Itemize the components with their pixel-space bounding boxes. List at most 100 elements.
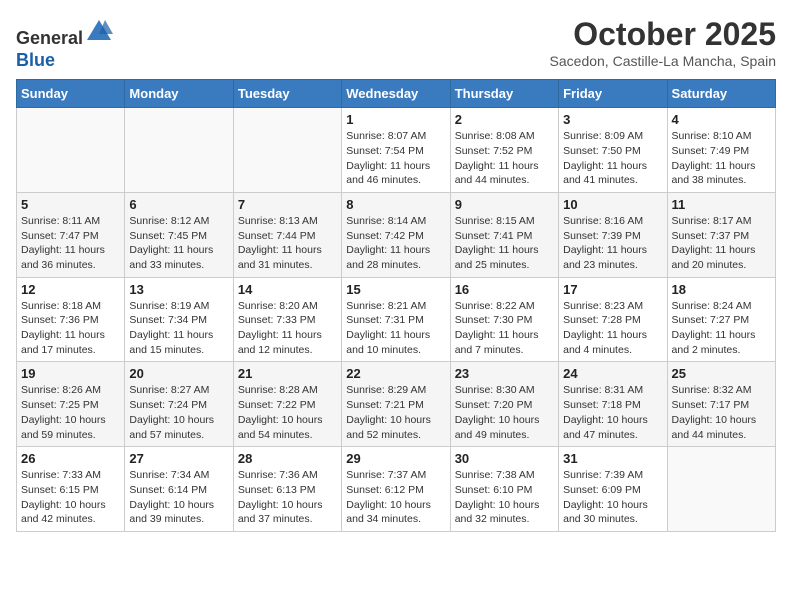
calendar-cell: 5 Sunrise: 8:11 AM Sunset: 7:47 PM Daylig… bbox=[17, 192, 125, 277]
day-number: 12 bbox=[21, 282, 120, 297]
day-number: 27 bbox=[129, 451, 228, 466]
weekday-header-friday: Friday bbox=[559, 80, 667, 108]
day-number: 26 bbox=[21, 451, 120, 466]
day-number: 16 bbox=[455, 282, 554, 297]
day-number: 25 bbox=[672, 366, 771, 381]
calendar-cell: 12 Sunrise: 8:18 AM Sunset: 7:36 PM Dayli… bbox=[17, 277, 125, 362]
logo-blue: Blue bbox=[16, 50, 55, 70]
calendar-cell: 15 Sunrise: 8:21 AM Sunset: 7:31 PM Dayli… bbox=[342, 277, 450, 362]
day-number: 9 bbox=[455, 197, 554, 212]
calendar-cell: 7 Sunrise: 8:13 AM Sunset: 7:44 PM Daylig… bbox=[233, 192, 341, 277]
day-info: Sunrise: 8:18 AM Sunset: 7:36 PM Dayligh… bbox=[21, 299, 120, 358]
day-number: 23 bbox=[455, 366, 554, 381]
day-number: 6 bbox=[129, 197, 228, 212]
day-info: Sunrise: 8:07 AM Sunset: 7:54 PM Dayligh… bbox=[346, 129, 445, 188]
logo-icon bbox=[85, 16, 113, 44]
calendar-cell: 20 Sunrise: 8:27 AM Sunset: 7:24 PM Dayli… bbox=[125, 362, 233, 447]
day-number: 21 bbox=[238, 366, 337, 381]
day-number: 29 bbox=[346, 451, 445, 466]
weekday-header-sunday: Sunday bbox=[17, 80, 125, 108]
calendar-cell: 9Sunrise: 8:15 AM Sunset: 7:41 PM Daylig… bbox=[450, 192, 558, 277]
day-info: Sunrise: 7:33 AM Sunset: 6:15 PM Dayligh… bbox=[21, 468, 120, 527]
day-info: Sunrise: 8:28 AM Sunset: 7:22 PM Dayligh… bbox=[238, 383, 337, 442]
calendar-cell bbox=[233, 108, 341, 193]
weekday-header-thursday: Thursday bbox=[450, 80, 558, 108]
weekday-header-saturday: Saturday bbox=[667, 80, 775, 108]
calendar-cell: 29Sunrise: 7:37 AM Sunset: 6:12 PM Dayli… bbox=[342, 447, 450, 532]
day-number: 13 bbox=[129, 282, 228, 297]
day-info: Sunrise: 8:10 AM Sunset: 7:49 PM Dayligh… bbox=[672, 129, 771, 188]
day-info: Sunrise: 8:32 AM Sunset: 7:17 PM Dayligh… bbox=[672, 383, 771, 442]
title-area: October 2025 Sacedon, Castille-La Mancha… bbox=[550, 16, 776, 69]
calendar-cell: 31Sunrise: 7:39 AM Sunset: 6:09 PM Dayli… bbox=[559, 447, 667, 532]
day-info: Sunrise: 7:36 AM Sunset: 6:13 PM Dayligh… bbox=[238, 468, 337, 527]
calendar-cell: 22 Sunrise: 8:29 AM Sunset: 7:21 PM Dayli… bbox=[342, 362, 450, 447]
calendar-cell: 24Sunrise: 8:31 AM Sunset: 7:18 PM Dayli… bbox=[559, 362, 667, 447]
day-number: 15 bbox=[346, 282, 445, 297]
day-info: Sunrise: 8:16 AM Sunset: 7:39 PM Dayligh… bbox=[563, 214, 662, 273]
calendar-cell: 18 Sunrise: 8:24 AM Sunset: 7:27 PM Dayli… bbox=[667, 277, 775, 362]
day-number: 5 bbox=[21, 197, 120, 212]
day-number: 30 bbox=[455, 451, 554, 466]
day-info: Sunrise: 8:31 AM Sunset: 7:18 PM Dayligh… bbox=[563, 383, 662, 442]
calendar-cell: 17Sunrise: 8:23 AM Sunset: 7:28 PM Dayli… bbox=[559, 277, 667, 362]
day-number: 28 bbox=[238, 451, 337, 466]
logo-general: General bbox=[16, 28, 83, 48]
day-number: 2 bbox=[455, 112, 554, 127]
day-number: 7 bbox=[238, 197, 337, 212]
calendar-cell: 25 Sunrise: 8:32 AM Sunset: 7:17 PM Dayli… bbox=[667, 362, 775, 447]
calendar-cell: 19Sunrise: 8:26 AM Sunset: 7:25 PM Dayli… bbox=[17, 362, 125, 447]
day-number: 3 bbox=[563, 112, 662, 127]
calendar-cell: 2 Sunrise: 8:08 AM Sunset: 7:52 PM Daylig… bbox=[450, 108, 558, 193]
calendar-cell: 27 Sunrise: 7:34 AM Sunset: 6:14 PM Dayli… bbox=[125, 447, 233, 532]
day-info: Sunrise: 8:29 AM Sunset: 7:21 PM Dayligh… bbox=[346, 383, 445, 442]
location-subtitle: Sacedon, Castille-La Mancha, Spain bbox=[550, 53, 776, 69]
day-info: Sunrise: 8:11 AM Sunset: 7:47 PM Dayligh… bbox=[21, 214, 120, 273]
day-number: 1 bbox=[346, 112, 445, 127]
calendar-cell bbox=[17, 108, 125, 193]
day-info: Sunrise: 8:30 AM Sunset: 7:20 PM Dayligh… bbox=[455, 383, 554, 442]
day-info: Sunrise: 8:19 AM Sunset: 7:34 PM Dayligh… bbox=[129, 299, 228, 358]
day-info: Sunrise: 7:38 AM Sunset: 6:10 PM Dayligh… bbox=[455, 468, 554, 527]
calendar-cell: 16Sunrise: 8:22 AM Sunset: 7:30 PM Dayli… bbox=[450, 277, 558, 362]
day-info: Sunrise: 7:34 AM Sunset: 6:14 PM Dayligh… bbox=[129, 468, 228, 527]
day-number: 18 bbox=[672, 282, 771, 297]
day-number: 10 bbox=[563, 197, 662, 212]
day-info: Sunrise: 8:08 AM Sunset: 7:52 PM Dayligh… bbox=[455, 129, 554, 188]
day-info: Sunrise: 7:39 AM Sunset: 6:09 PM Dayligh… bbox=[563, 468, 662, 527]
day-number: 22 bbox=[346, 366, 445, 381]
day-info: Sunrise: 8:27 AM Sunset: 7:24 PM Dayligh… bbox=[129, 383, 228, 442]
day-number: 20 bbox=[129, 366, 228, 381]
day-number: 14 bbox=[238, 282, 337, 297]
calendar-week-5: 26 Sunrise: 7:33 AM Sunset: 6:15 PM Dayli… bbox=[17, 447, 776, 532]
calendar-cell: 14 Sunrise: 8:20 AM Sunset: 7:33 PM Dayli… bbox=[233, 277, 341, 362]
calendar-cell: 28 Sunrise: 7:36 AM Sunset: 6:13 PM Dayli… bbox=[233, 447, 341, 532]
calendar-cell: 10 Sunrise: 8:16 AM Sunset: 7:39 PM Dayli… bbox=[559, 192, 667, 277]
day-info: Sunrise: 8:24 AM Sunset: 7:27 PM Dayligh… bbox=[672, 299, 771, 358]
calendar-cell: 26 Sunrise: 7:33 AM Sunset: 6:15 PM Dayli… bbox=[17, 447, 125, 532]
calendar-table: SundayMondayTuesdayWednesdayThursdayFrid… bbox=[16, 79, 776, 532]
calendar-cell: 6 Sunrise: 8:12 AM Sunset: 7:45 PM Daylig… bbox=[125, 192, 233, 277]
day-info: Sunrise: 8:20 AM Sunset: 7:33 PM Dayligh… bbox=[238, 299, 337, 358]
calendar-week-3: 12 Sunrise: 8:18 AM Sunset: 7:36 PM Dayli… bbox=[17, 277, 776, 362]
day-info: Sunrise: 8:17 AM Sunset: 7:37 PM Dayligh… bbox=[672, 214, 771, 273]
day-info: Sunrise: 8:12 AM Sunset: 7:45 PM Dayligh… bbox=[129, 214, 228, 273]
weekday-header-monday: Monday bbox=[125, 80, 233, 108]
calendar-cell bbox=[125, 108, 233, 193]
day-number: 17 bbox=[563, 282, 662, 297]
day-number: 4 bbox=[672, 112, 771, 127]
day-info: Sunrise: 8:13 AM Sunset: 7:44 PM Dayligh… bbox=[238, 214, 337, 273]
day-info: Sunrise: 8:21 AM Sunset: 7:31 PM Dayligh… bbox=[346, 299, 445, 358]
calendar-cell: 4 Sunrise: 8:10 AM Sunset: 7:49 PM Daylig… bbox=[667, 108, 775, 193]
calendar-cell: 1 Sunrise: 8:07 AM Sunset: 7:54 PM Daylig… bbox=[342, 108, 450, 193]
calendar-header: SundayMondayTuesdayWednesdayThursdayFrid… bbox=[17, 80, 776, 108]
logo: General Blue bbox=[16, 16, 113, 71]
calendar-cell: 23 Sunrise: 8:30 AM Sunset: 7:20 PM Dayli… bbox=[450, 362, 558, 447]
day-number: 11 bbox=[672, 197, 771, 212]
calendar-cell: 3Sunrise: 8:09 AM Sunset: 7:50 PM Daylig… bbox=[559, 108, 667, 193]
month-title: October 2025 bbox=[550, 16, 776, 53]
calendar-cell bbox=[667, 447, 775, 532]
page-header: General Blue October 2025 Sacedon, Casti… bbox=[16, 16, 776, 71]
day-number: 8 bbox=[346, 197, 445, 212]
day-info: Sunrise: 8:14 AM Sunset: 7:42 PM Dayligh… bbox=[346, 214, 445, 273]
